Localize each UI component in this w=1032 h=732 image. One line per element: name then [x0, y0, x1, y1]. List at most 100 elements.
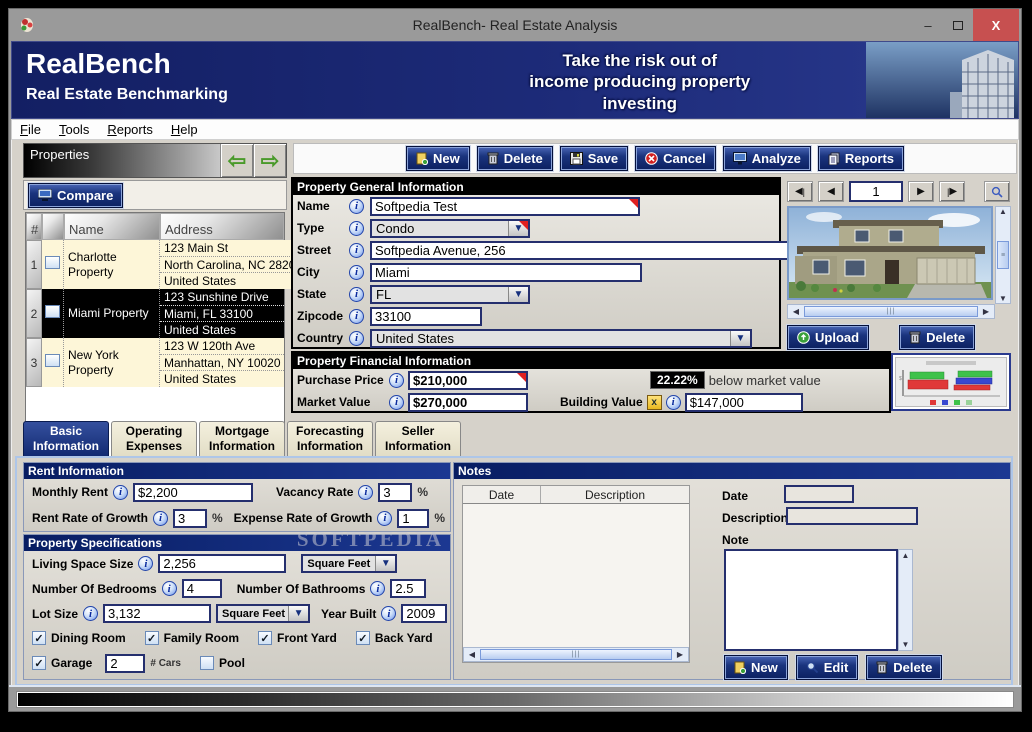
save-button[interactable]: Save [560, 146, 628, 171]
info-icon[interactable]: i [358, 485, 373, 500]
info-icon[interactable]: i [349, 243, 364, 258]
chevron-down-icon[interactable]: ▼ [730, 331, 750, 346]
next-image-icon[interactable]: ▶ [908, 181, 934, 202]
notes-column-description[interactable]: Description [541, 486, 689, 503]
table-row-miami-selected[interactable]: 2 Miami Property 123 Sunshine Drive Miam… [26, 289, 284, 338]
notes-horizontal-scrollbar[interactable]: ◀ ||| ▶ [463, 647, 689, 662]
building-value-toggle-icon[interactable]: x [647, 395, 662, 410]
bedrooms-field[interactable] [182, 579, 222, 598]
delete-image-button[interactable]: Delete [899, 325, 975, 350]
info-icon[interactable]: i [370, 581, 385, 596]
info-icon[interactable]: i [349, 309, 364, 324]
living-space-field[interactable] [158, 554, 286, 573]
chevron-down-icon[interactable]: ▼ [508, 221, 528, 236]
note-new-button[interactable]: New [724, 655, 788, 680]
zipcode-field[interactable] [370, 307, 482, 326]
state-dropdown[interactable]: FL ▼ [370, 285, 530, 304]
previous-property-arrow-icon[interactable]: ⇦ [220, 144, 253, 177]
info-icon[interactable]: i [377, 511, 392, 526]
zoom-image-button[interactable] [984, 181, 1010, 202]
analyze-button[interactable]: Analyze [723, 146, 811, 171]
lot-size-field[interactable] [103, 604, 211, 623]
market-value-field[interactable] [408, 393, 528, 412]
scroll-up-icon[interactable]: ▲ [999, 207, 1007, 216]
menu-help[interactable]: Help [171, 122, 198, 137]
tab-basic-information[interactable]: Basic Information [23, 421, 109, 456]
tab-operating-expenses[interactable]: Operating Expenses [111, 421, 197, 456]
tab-seller-information[interactable]: Seller Information [375, 421, 461, 456]
first-image-icon[interactable]: ◀| [787, 181, 813, 202]
expense-growth-field[interactable] [397, 509, 429, 528]
info-icon[interactable]: i [349, 331, 364, 346]
column-header-num[interactable]: # [26, 213, 42, 240]
note-edit-button[interactable]: Edit [796, 655, 859, 680]
name-field[interactable] [370, 197, 640, 216]
scroll-down-icon[interactable]: ▼ [999, 294, 1007, 303]
scroll-up-icon[interactable]: ▲ [902, 551, 910, 560]
note-date-field[interactable] [784, 485, 854, 503]
previous-image-icon[interactable]: ◀ [818, 181, 844, 202]
table-row-new-york[interactable]: 3 New York Property 123 W 120th Ave Manh… [26, 338, 284, 387]
compare-button[interactable]: Compare [28, 183, 123, 208]
chevron-down-icon[interactable]: ▼ [375, 556, 395, 571]
tab-forecasting-information[interactable]: Forecasting Information [287, 421, 373, 456]
scroll-down-icon[interactable]: ▼ [902, 640, 910, 649]
photo-vertical-scrollbar[interactable]: ▲ ≡ ▼ [995, 206, 1011, 304]
type-dropdown[interactable]: Condo ▼ [370, 219, 530, 238]
purchase-price-field[interactable] [408, 371, 528, 390]
menu-tools[interactable]: Tools [59, 122, 89, 137]
back-yard-checkbox[interactable]: ✓ [356, 631, 370, 645]
note-description-field[interactable] [786, 507, 918, 525]
minimize-icon[interactable]: – [913, 9, 943, 41]
family-room-checkbox[interactable]: ✓ [145, 631, 159, 645]
street-field[interactable] [370, 241, 812, 260]
menu-file[interactable]: File [20, 122, 41, 137]
column-header-address[interactable]: Address [160, 213, 284, 240]
info-icon[interactable]: i [153, 511, 168, 526]
new-button[interactable]: New [406, 146, 470, 171]
photo-horizontal-scrollbar[interactable]: ◀ ||| ▶ [787, 304, 995, 319]
year-built-field[interactable] [401, 604, 447, 623]
garage-checkbox[interactable]: ✓ [32, 656, 46, 670]
bathrooms-field[interactable] [390, 579, 426, 598]
upload-button[interactable]: Upload [787, 325, 869, 350]
next-property-arrow-icon[interactable]: ⇨ [253, 144, 286, 177]
menu-reports[interactable]: Reports [107, 122, 153, 137]
info-icon[interactable]: i [666, 395, 681, 410]
image-index-field[interactable] [849, 181, 903, 202]
note-textarea[interactable] [724, 549, 898, 651]
info-icon[interactable]: i [113, 485, 128, 500]
info-icon[interactable]: i [381, 606, 396, 621]
chevron-down-icon[interactable]: ▼ [508, 287, 528, 302]
tab-mortgage-information[interactable]: Mortgage Information [199, 421, 285, 456]
info-icon[interactable]: i [389, 373, 404, 388]
country-dropdown[interactable]: United States ▼ [370, 329, 752, 348]
cancel-button[interactable]: Cancel [635, 146, 716, 171]
info-icon[interactable]: i [349, 287, 364, 302]
column-header-checkbox[interactable] [42, 213, 64, 240]
city-field[interactable] [370, 263, 642, 282]
garage-cars-field[interactable] [105, 654, 145, 673]
info-icon[interactable]: i [349, 199, 364, 214]
scroll-left-icon[interactable]: ◀ [788, 307, 804, 316]
dining-room-checkbox[interactable]: ✓ [32, 631, 46, 645]
info-icon[interactable]: i [162, 581, 177, 596]
front-yard-checkbox[interactable]: ✓ [258, 631, 272, 645]
close-icon[interactable]: X [973, 9, 1019, 41]
note-delete-button[interactable]: Delete [866, 655, 942, 680]
info-icon[interactable]: i [349, 221, 364, 236]
lot-size-unit-dropdown[interactable]: Square Feet ▼ [216, 604, 310, 623]
info-icon[interactable]: i [83, 606, 98, 621]
chevron-down-icon[interactable]: ▼ [288, 606, 308, 621]
scroll-right-icon[interactable]: ▶ [978, 307, 994, 316]
property-photo[interactable] [787, 206, 993, 300]
financial-chart-thumbnail[interactable]: $ [891, 353, 1011, 411]
scroll-thumb[interactable]: ≡ [997, 241, 1009, 269]
scroll-thumb[interactable]: ||| [480, 649, 672, 660]
scroll-thumb[interactable]: ||| [804, 306, 978, 317]
notes-list-body[interactable] [463, 504, 689, 647]
info-icon[interactable]: i [138, 556, 153, 571]
info-icon[interactable]: i [389, 395, 404, 410]
maximize-icon[interactable] [943, 9, 973, 41]
row-checkbox[interactable] [45, 354, 60, 367]
